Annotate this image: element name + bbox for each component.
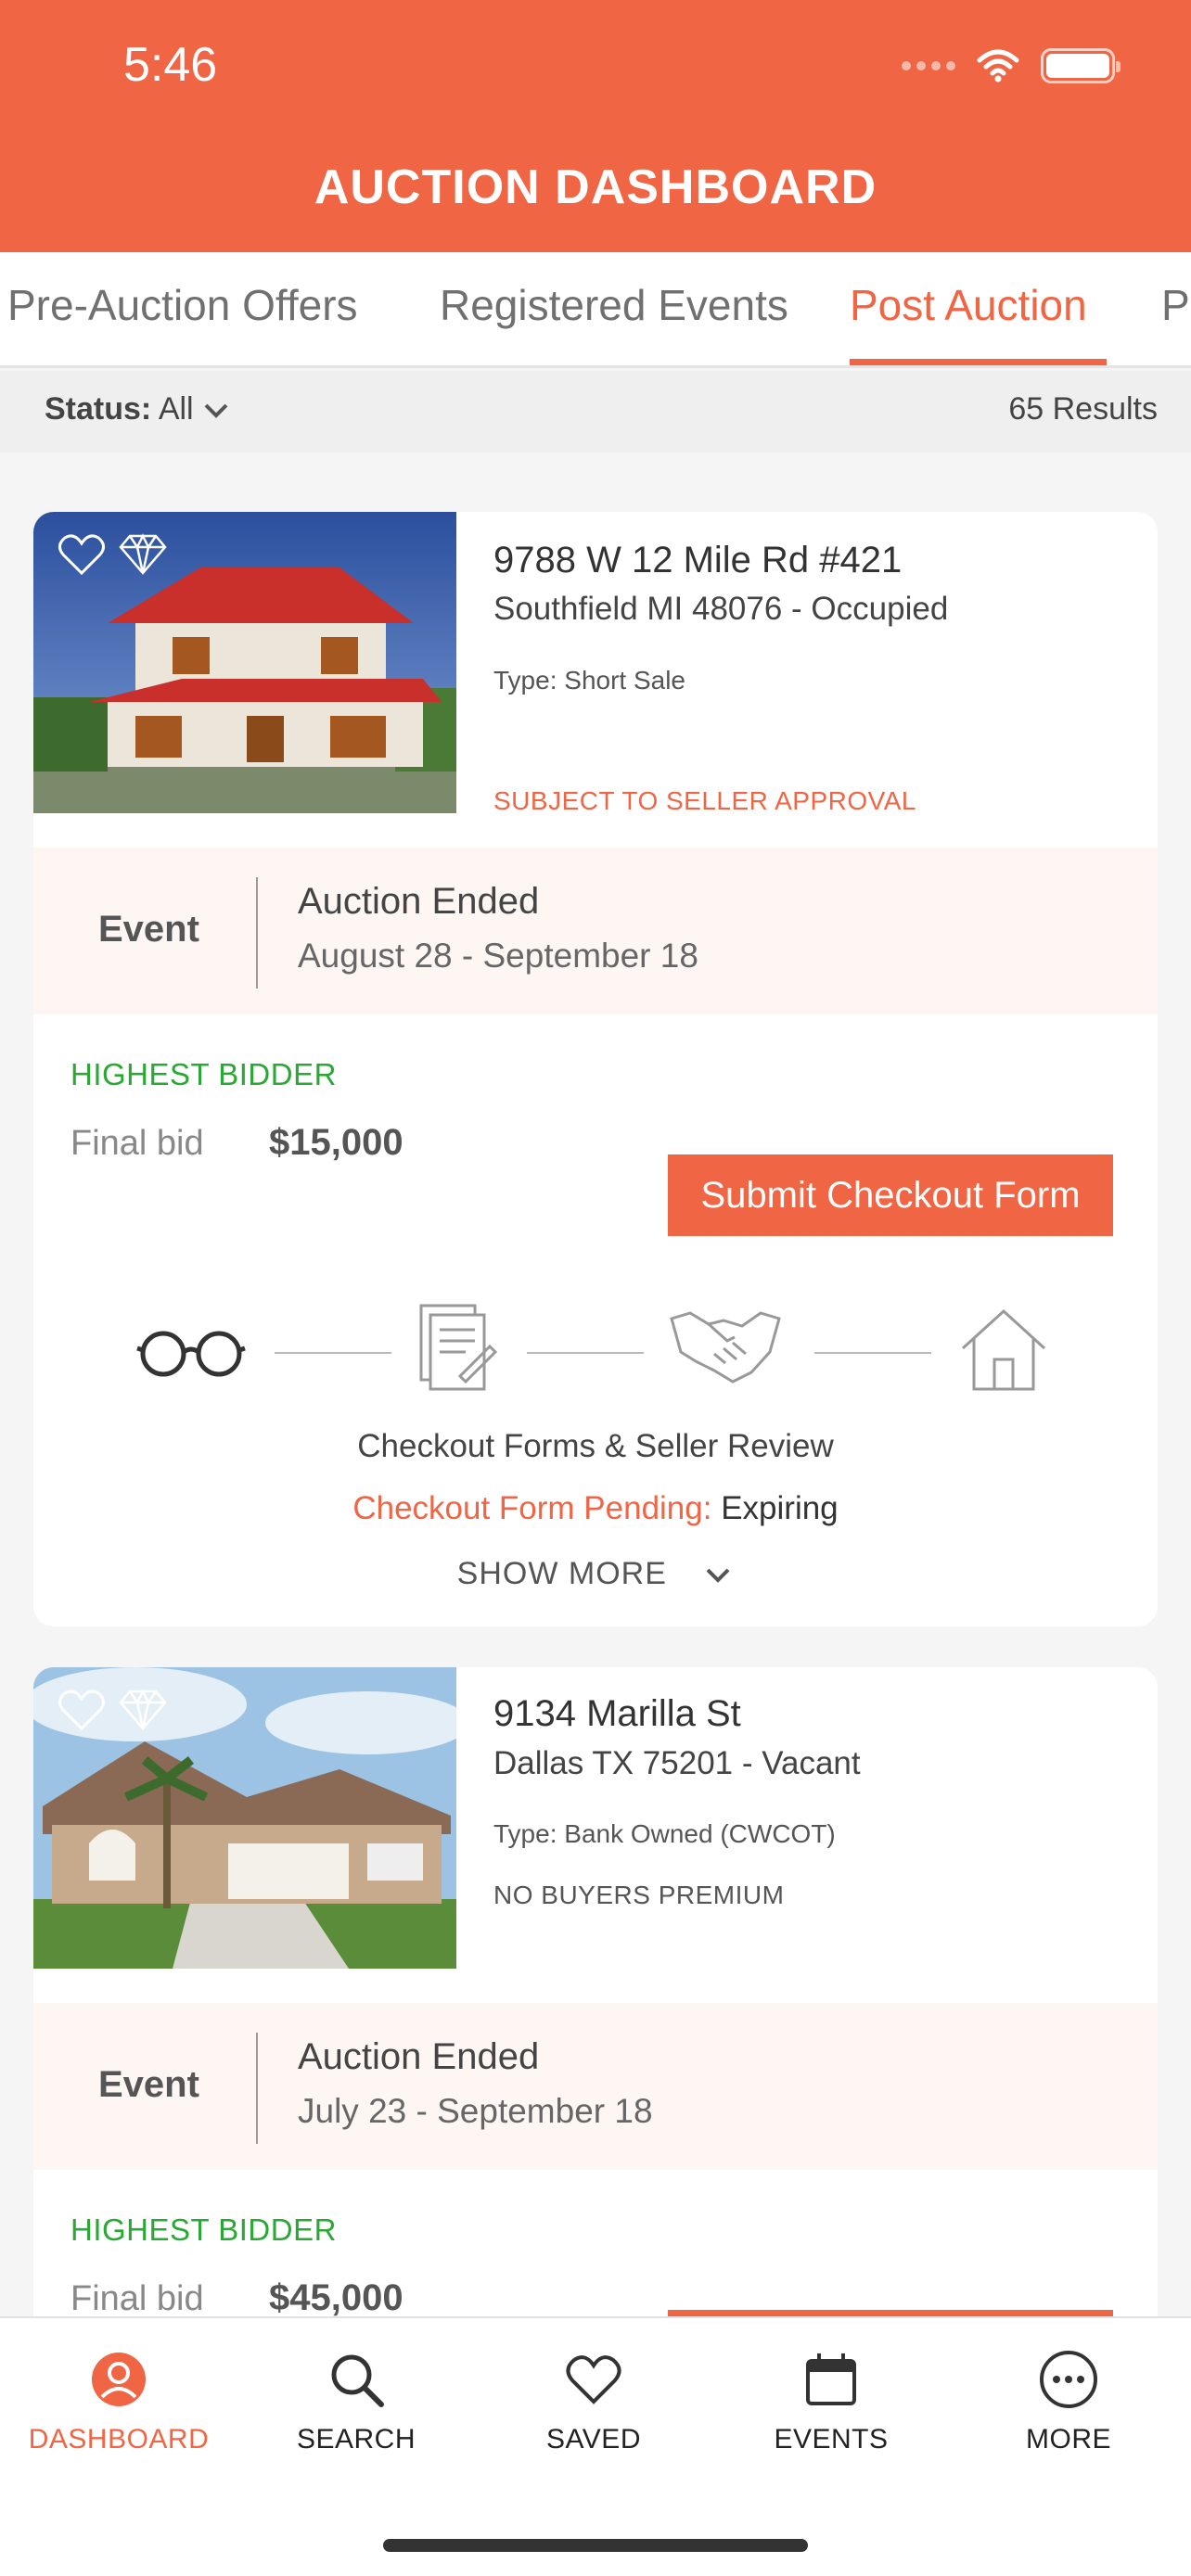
heart-icon xyxy=(566,2355,621,2404)
home-indicator xyxy=(383,2539,808,2552)
listing-card[interactable]: 9134 Marilla St Dallas TX 75201 - Vacant… xyxy=(33,1667,1158,2372)
checkout-pending-label: Checkout Form Pending: xyxy=(352,1490,712,1526)
heart-outline-icon[interactable] xyxy=(58,532,106,577)
filter-bar: Status: All 65 Results xyxy=(0,371,1191,453)
event-label: Event xyxy=(98,2064,199,2105)
bidder-status: HIGHEST BIDDER xyxy=(70,2213,337,2247)
page-title: AUCTION DASHBOARD xyxy=(314,160,877,214)
property-address[interactable]: 9788 W 12 Mile Rd #421 xyxy=(493,540,902,581)
battery-icon xyxy=(1041,48,1121,83)
diamond-icon[interactable] xyxy=(117,532,169,577)
final-bid-label: Final bid xyxy=(70,1124,204,1163)
status-icons xyxy=(902,48,1121,83)
show-more-label: SHOW MORE xyxy=(456,1556,667,1591)
property-city: Dallas TX 75201 - Vacant xyxy=(493,1745,861,1781)
house-icon xyxy=(961,1308,1046,1391)
glasses-icon xyxy=(136,1331,246,1377)
show-more-button[interactable]: SHOW MORE xyxy=(33,1556,1158,1592)
checkout-progress xyxy=(33,1300,1158,1402)
tabbar-label: DASHBOARD xyxy=(28,2424,210,2455)
tab-post-auction[interactable]: Post Auction xyxy=(850,280,1087,330)
event-dates: August 28 - September 18 xyxy=(298,937,698,975)
property-city: Southfield MI 48076 - Occupied xyxy=(493,591,949,627)
tabbar-dashboard[interactable]: DASHBOARD xyxy=(0,2346,237,2455)
property-tag: NO BUYERS PREMIUM xyxy=(493,1881,785,1909)
tabbar-label: MORE xyxy=(1026,2424,1111,2455)
event-divider xyxy=(256,877,258,988)
signal-icon xyxy=(902,61,955,70)
user-circle-icon xyxy=(92,2353,146,2406)
calendar-icon xyxy=(806,2353,856,2405)
final-bid-label: Final bid xyxy=(70,2279,204,2318)
property-tag: SUBJECT TO SELLER APPROVAL xyxy=(493,786,916,815)
bottom-tab-bar: DASHBOARD SEARCH SAVED EVENTS MORE xyxy=(0,2316,1191,2576)
property-address[interactable]: 9134 Marilla St xyxy=(493,1693,741,1735)
chevron-down-icon xyxy=(204,403,228,418)
tabbar-saved[interactable]: SAVED xyxy=(475,2346,712,2455)
tab-strip: Pre-Auction Offers Registered Events Pos… xyxy=(0,252,1191,368)
heart-outline-icon[interactable] xyxy=(58,1688,106,1732)
event-title: Auction Ended xyxy=(298,881,540,922)
more-icon xyxy=(1040,2351,1097,2408)
tab-registered-events[interactable]: Registered Events xyxy=(440,280,788,330)
app-header: 5:46 AUCTION DASHBOARD xyxy=(0,0,1191,252)
property-type: Type: Short Sale xyxy=(493,666,686,695)
event-row: Event Auction Ended August 28 - Septembe… xyxy=(33,848,1158,1014)
final-bid-value: $15,000 xyxy=(269,1122,403,1163)
wifi-icon xyxy=(977,49,1019,83)
tabbar-more[interactable]: MORE xyxy=(950,2346,1187,2455)
property-type: Type: Bank Owned (CWCOT) xyxy=(493,1819,836,1848)
status-filter-value: All xyxy=(158,391,194,427)
checkout-pending-value: Expiring xyxy=(721,1490,839,1526)
photo-actions xyxy=(58,532,169,577)
handshake-icon xyxy=(670,1311,781,1384)
photo-actions xyxy=(58,1688,169,1732)
results-count: 65 Results xyxy=(1008,391,1158,427)
property-photo[interactable] xyxy=(33,1667,456,1969)
chevron-down-icon xyxy=(706,1568,730,1583)
event-dates: July 23 - September 18 xyxy=(298,2092,653,2130)
event-title: Auction Ended xyxy=(298,2036,540,2077)
status-filter-label: Status: xyxy=(45,391,152,427)
status-filter[interactable]: Status: All xyxy=(45,391,230,427)
property-photo[interactable] xyxy=(33,512,456,813)
status-time: 5:46 xyxy=(123,38,218,92)
checkout-step-name: Checkout Forms & Seller Review xyxy=(357,1428,834,1464)
tabbar-search[interactable]: SEARCH xyxy=(237,2346,475,2455)
tab-next[interactable]: P xyxy=(1161,280,1190,330)
tab-pre-auction-offers[interactable]: Pre-Auction Offers xyxy=(7,280,358,330)
document-icon xyxy=(419,1304,497,1391)
listing-card[interactable]: 9788 W 12 Mile Rd #421 Southfield MI 480… xyxy=(33,512,1158,1626)
tabbar-label: SEARCH xyxy=(296,2424,416,2455)
tabbar-label: EVENTS xyxy=(774,2424,889,2455)
event-label: Event xyxy=(98,909,199,950)
event-divider xyxy=(256,2033,258,2144)
active-tab-indicator xyxy=(850,359,1107,365)
bidder-status: HIGHEST BIDDER xyxy=(70,1057,337,1091)
tabbar-label: SAVED xyxy=(546,2424,641,2455)
search-icon xyxy=(331,2354,384,2407)
event-row: Event Auction Ended July 23 - September … xyxy=(33,2003,1158,2170)
checkout-step-status: Checkout Form Pending: Expiring xyxy=(33,1490,1158,1527)
final-bid-value: $45,000 xyxy=(269,2277,403,2318)
diamond-icon[interactable] xyxy=(117,1688,169,1732)
submit-checkout-button[interactable]: Submit Checkout Form xyxy=(668,1154,1113,1236)
tabbar-events[interactable]: EVENTS xyxy=(712,2346,950,2455)
